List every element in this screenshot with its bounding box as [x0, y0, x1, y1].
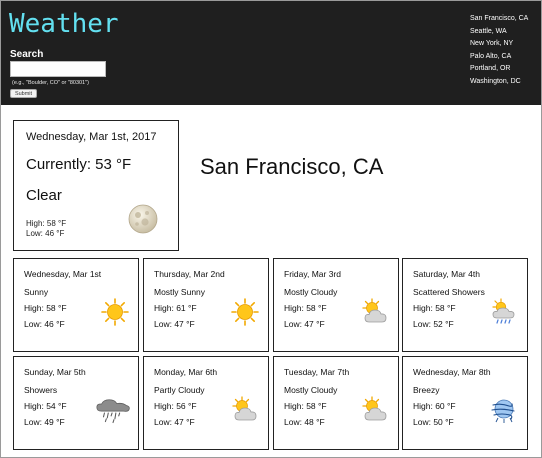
header: Weather Search (e.g., "Boulder, CO" or "…: [1, 1, 541, 105]
rain-icon: [94, 395, 132, 425]
location-title: San Francisco, CA: [200, 154, 384, 179]
forecast-date: Monday, Mar 6th: [154, 367, 218, 377]
city-link[interactable]: New York, NY: [470, 38, 528, 51]
current-condition: Clear: [26, 187, 62, 204]
city-link[interactable]: Palo Alto, CA: [470, 51, 528, 64]
city-list: San Francisco, CA Seattle, WA New York, …: [470, 13, 528, 88]
forecast-date: Sunday, Mar 5th: [24, 367, 86, 377]
forecast-date: Thursday, Mar 2nd: [154, 269, 225, 279]
forecast-date: Friday, Mar 3rd: [284, 269, 341, 279]
forecast-card: Thursday, Mar 2nd Mostly Sunny High: 61 °F…: [143, 258, 269, 352]
forecast-high: High: 60 °F: [413, 401, 456, 411]
app-logo[interactable]: Weather: [9, 9, 119, 39]
forecast-date: Saturday, Mar 4th: [413, 269, 480, 279]
partly-cloudy-icon: [360, 395, 390, 425]
city-link[interactable]: San Francisco, CA: [470, 13, 528, 26]
city-link[interactable]: Washington, DC: [470, 76, 528, 89]
forecast-low: Low: 48 °F: [284, 417, 325, 427]
sun-icon: [100, 297, 130, 327]
wind-icon: [489, 395, 519, 425]
forecast-high: High: 61 °F: [154, 303, 197, 313]
forecast-low: Low: 49 °F: [24, 417, 65, 427]
forecast-condition: Mostly Cloudy: [284, 287, 338, 297]
showers-icon: [489, 297, 519, 327]
forecast-card: Monday, Mar 6th Partly Cloudy High: 56 °F L…: [143, 356, 269, 450]
forecast-condition: Mostly Sunny: [154, 287, 206, 297]
forecast-high: High: 54 °F: [24, 401, 67, 411]
forecast-date: Tuesday, Mar 7th: [284, 367, 350, 377]
search-input[interactable]: [10, 61, 106, 77]
forecast-card: Wednesday, Mar 8th Breezy High: 60 °F Low: …: [402, 356, 528, 450]
forecast-high: High: 58 °F: [284, 401, 327, 411]
forecast-low: Low: 46 °F: [24, 319, 65, 329]
current-low: Low: 46 °F: [26, 229, 65, 238]
sun-icon: [230, 297, 260, 327]
forecast-condition: Partly Cloudy: [154, 385, 205, 395]
current-conditions-card: Wednesday, Mar 1st, 2017 Currently: 53 °…: [13, 120, 179, 251]
search-label: Search: [10, 49, 44, 60]
forecast-condition: Showers: [24, 385, 58, 395]
current-date: Wednesday, Mar 1st, 2017: [26, 131, 157, 143]
partly-cloudy-icon: [360, 297, 390, 327]
forecast-date: Wednesday, Mar 1st: [24, 269, 102, 279]
forecast-card: Sunday, Mar 5th Showers High: 54 °F Low: 49…: [13, 356, 139, 450]
forecast-low: Low: 52 °F: [413, 319, 454, 329]
forecast-card: Friday, Mar 3rd Mostly Cloudy High: 58 °F L…: [273, 258, 399, 352]
moon-icon: [128, 204, 158, 234]
search-hint: (e.g., "Boulder, CO" or "80301"): [12, 80, 89, 86]
forecast-high: High: 58 °F: [413, 303, 456, 313]
forecast-high: High: 58 °F: [284, 303, 327, 313]
forecast-low: Low: 50 °F: [413, 417, 454, 427]
forecast-condition: Mostly Cloudy: [284, 385, 338, 395]
current-temperature: Currently: 53 °F: [26, 156, 132, 173]
forecast-condition: Breezy: [413, 385, 440, 395]
forecast-condition: Scattered Showers: [413, 287, 485, 297]
submit-button[interactable]: Submit: [10, 89, 37, 98]
forecast-card: Tuesday, Mar 7th Mostly Cloudy High: 58 °F…: [273, 356, 399, 450]
partly-cloudy-icon: [230, 395, 260, 425]
forecast-low: Low: 47 °F: [154, 417, 195, 427]
city-link[interactable]: Seattle, WA: [470, 26, 528, 39]
forecast-high: High: 56 °F: [154, 401, 197, 411]
city-link[interactable]: Portland, OR: [470, 63, 528, 76]
forecast-high: High: 58 °F: [24, 303, 67, 313]
app-window: Weather Search (e.g., "Boulder, CO" or "…: [0, 0, 542, 458]
forecast-card: Wednesday, Mar 1st Sunny High: 58 °F Low: 4…: [13, 258, 139, 352]
forecast-low: Low: 47 °F: [154, 319, 195, 329]
current-high: High: 58 °F: [26, 219, 67, 228]
forecast-date: Wednesday, Mar 8th: [413, 367, 491, 377]
forecast-card: Saturday, Mar 4th Scattered Showers High: …: [402, 258, 528, 352]
forecast-condition: Sunny: [24, 287, 49, 297]
forecast-low: Low: 47 °F: [284, 319, 325, 329]
